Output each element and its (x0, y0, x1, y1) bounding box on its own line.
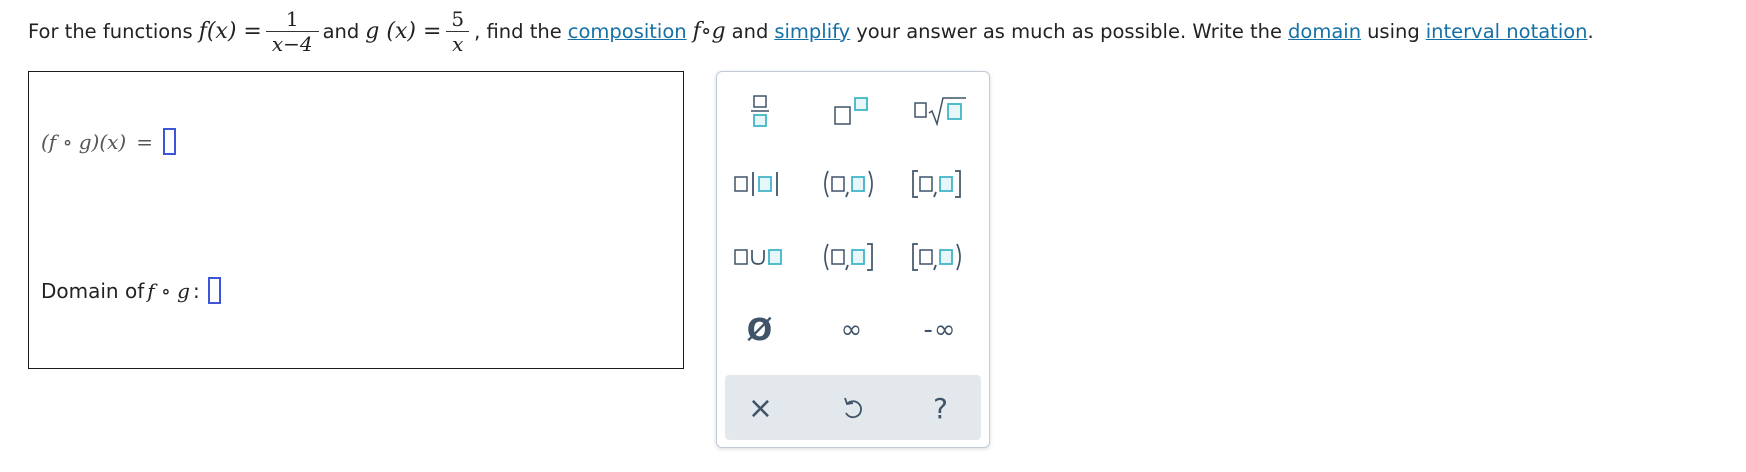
help-icon: ? (933, 391, 949, 425)
absolute-value-icon (734, 172, 778, 196)
absolute-value-button[interactable] (724, 161, 796, 207)
open-interval-icon (824, 170, 873, 198)
prompt-period: . (1587, 19, 1594, 43)
prompt-text-4: and (731, 19, 769, 43)
superscript-button[interactable] (816, 88, 888, 134)
prompt-text-3: , find the (474, 19, 562, 43)
question-prompt: For the functions f(x) = 1 x−4 and g (x)… (28, 0, 1738, 62)
closed-interval-icon (912, 170, 961, 198)
f-function-call: f(x) = (198, 18, 262, 44)
answer-box: (f ∘ g)(x) = Domain of f ∘ g : (28, 71, 684, 369)
f-denominator: x−4 (265, 30, 319, 56)
composition-input[interactable] (162, 128, 176, 155)
composition-link[interactable]: composition (568, 20, 687, 43)
open-interval-button[interactable] (816, 161, 888, 207)
domain-colon: : (192, 278, 200, 303)
f-fraction: 1 x−4 (265, 6, 319, 56)
fraction-icon (751, 95, 769, 127)
left-open-interval-icon (824, 243, 873, 271)
prompt-text-1: For the functions (28, 19, 193, 43)
simplify-link[interactable]: simplify (774, 20, 850, 43)
clear-icon: × (747, 390, 775, 426)
infinity-button[interactable]: ∞ (816, 307, 888, 353)
domain-label: Domain of (41, 278, 145, 303)
nth-root-button[interactable] (904, 88, 976, 134)
fraction-button[interactable] (724, 88, 796, 134)
domain-fog: f ∘ g (147, 278, 190, 303)
equals-sign: = (136, 129, 153, 154)
union-button[interactable] (724, 234, 796, 280)
g-denominator-text: x (452, 31, 464, 56)
superscript-icon (834, 97, 868, 125)
negative-infinity-icon: -∞ (923, 315, 957, 345)
undo-icon (844, 397, 862, 419)
math-palette: Ø ∞ -∞ × ? (716, 71, 990, 448)
domain-input[interactable] (207, 277, 221, 304)
domain-link[interactable]: domain (1288, 20, 1361, 43)
right-open-interval-button[interactable] (904, 234, 976, 280)
union-icon (734, 249, 782, 265)
g-numerator: 5 (451, 6, 465, 31)
g-fraction: 5 x (445, 7, 470, 56)
clear-button[interactable]: × (725, 385, 797, 431)
help-button[interactable]: ? (905, 385, 977, 431)
infinity-icon: ∞ (840, 315, 864, 345)
f-denominator-text: x−4 (271, 31, 313, 56)
palette-action-bar: × ? (725, 375, 981, 440)
empty-set-button[interactable]: Ø (724, 307, 796, 353)
domain-row: Domain of f ∘ g : (41, 277, 221, 304)
right-open-interval-icon (912, 243, 961, 271)
negative-infinity-button[interactable]: -∞ (904, 307, 976, 353)
composition-label: (f ∘ g)(x) (41, 129, 127, 154)
prompt-text-6: using (1367, 19, 1420, 43)
g-function-call: g (x) = (365, 18, 442, 44)
empty-set-icon: Ø (746, 312, 774, 348)
interval-notation-link[interactable]: interval notation (1426, 20, 1588, 43)
closed-interval-button[interactable] (904, 161, 976, 207)
g-denominator: x (446, 30, 470, 56)
composition-row: (f ∘ g)(x) = (41, 128, 176, 155)
prompt-text-2: and (322, 19, 360, 43)
fog-notation: f∘g (692, 18, 726, 44)
prompt-text-5: your answer as much as possible. Write t… (856, 19, 1283, 43)
undo-button[interactable] (817, 385, 889, 431)
nth-root-icon (914, 97, 966, 127)
left-open-interval-button[interactable] (816, 234, 888, 280)
f-numerator: 1 (285, 6, 299, 31)
